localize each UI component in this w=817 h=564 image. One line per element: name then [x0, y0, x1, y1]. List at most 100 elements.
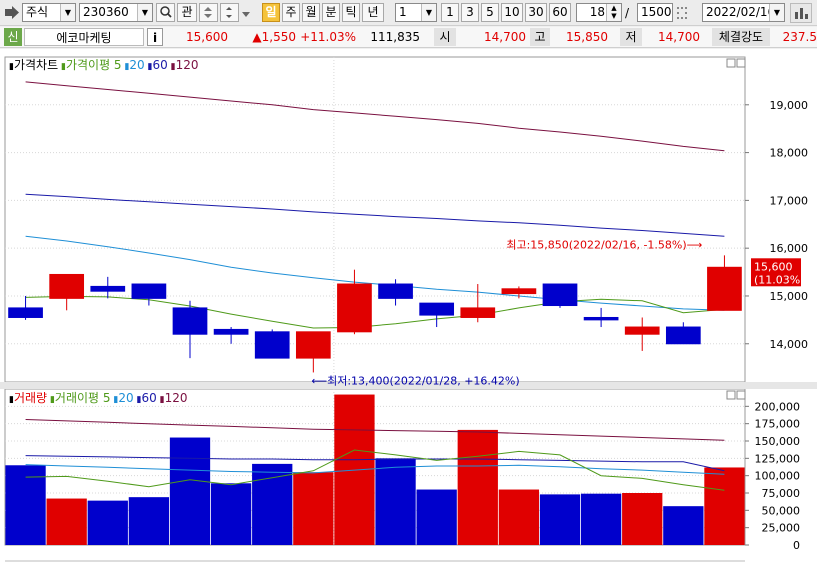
watchlist-button[interactable]: 관 [177, 3, 197, 22]
tab-week-label: 주 [285, 5, 297, 19]
volume-bar [663, 506, 704, 545]
volume-bar [498, 489, 540, 545]
price-tick-label: 16,000 [770, 242, 809, 255]
candle-body [295, 331, 331, 359]
interval-60-button[interactable]: 60 [549, 3, 571, 22]
volume-bar [46, 498, 87, 545]
candle-body [707, 266, 742, 311]
count-max-input[interactable]: 1500 [637, 3, 673, 22]
interval-label: 60 [552, 5, 568, 19]
tab-day-label: 일 [265, 5, 277, 19]
candle-body [131, 283, 167, 299]
volume-tick-label: 75,000 [762, 487, 801, 500]
volume-bar [128, 497, 170, 545]
new-listing-badge: 신 [4, 28, 22, 46]
stepper-icon [226, 7, 232, 18]
count-max-value: 1500 [641, 5, 672, 19]
chart-settings-button[interactable] [790, 3, 812, 23]
tab-month[interactable]: 월 [302, 3, 320, 22]
chevron-down-icon: ▼ [421, 4, 436, 21]
interval-label: 10 [504, 5, 520, 19]
price-change: ▲1,550 [252, 30, 296, 44]
tab-year[interactable]: 년 [362, 3, 384, 22]
volume-close-icon[interactable] [736, 390, 746, 400]
watchlist-label: 관 [181, 5, 193, 19]
candle-body [172, 307, 208, 335]
candle-body [583, 316, 619, 321]
search-button[interactable] [156, 3, 175, 22]
bar-chart-icon [795, 8, 808, 19]
chevron-down-icon: ▼ [137, 4, 152, 21]
volume-bar [457, 429, 498, 545]
count-input[interactable]: 18 ▲ ▼ [576, 3, 622, 22]
volume-bar [580, 493, 622, 545]
interval-30-button[interactable]: 30 [525, 3, 547, 22]
candle-body [419, 302, 455, 316]
candle-body [665, 326, 701, 345]
date-select-value: 2022/02/16 [706, 5, 776, 19]
up-down-icon [204, 7, 212, 18]
market-select[interactable]: 주식 ▼ [22, 3, 76, 22]
interval-label: 1 [446, 5, 454, 19]
tab-minute-label: 분 [325, 5, 337, 19]
strength-value: 237.5 [782, 30, 817, 44]
interval-1-button[interactable]: 1 [441, 3, 459, 22]
last-pct-label: (11.03%) [754, 273, 805, 286]
stepper-button[interactable] [220, 3, 239, 22]
volume-bar [416, 489, 457, 545]
volume-bar [87, 500, 128, 545]
price-minimize-icon[interactable] [726, 58, 736, 68]
volume-bar [539, 494, 581, 545]
volume-bar [293, 472, 334, 545]
high-annotation: 최고:15,850(2022/02/16, -1.58%)⟶ [506, 238, 702, 251]
interval-label: 30 [528, 5, 544, 19]
unit-select[interactable]: 1 ▼ [395, 3, 437, 22]
chart-area[interactable]: 19,000 18,000 17,000 16,000 15,000 14,000 200,… [0, 49, 817, 564]
tab-tick[interactable]: 틱 [342, 3, 360, 22]
candle-body [8, 307, 43, 318]
stock-chart[interactable]: 19,000 18,000 17,000 16,000 15,000 14,000 200,… [0, 49, 817, 564]
candle-body [501, 288, 537, 295]
price-close-icon[interactable] [736, 58, 746, 68]
market-select-value: 주식 [26, 5, 49, 19]
tab-day[interactable]: 일 [262, 3, 280, 22]
info-button[interactable]: i [147, 28, 163, 46]
candle-body [378, 283, 413, 299]
interval-3-button[interactable]: 3 [461, 3, 479, 22]
spinner-icon[interactable]: ▲ ▼ [606, 4, 621, 21]
link-arrow-icon[interactable] [4, 5, 20, 20]
count-value: 18 [589, 5, 605, 19]
high-label: 고 [530, 28, 550, 46]
grid-dots-icon[interactable] [675, 5, 691, 21]
search-icon [160, 6, 172, 18]
dropdown-small-icon[interactable] [241, 8, 251, 18]
low-label: 저 [620, 28, 642, 46]
tab-year-label: 년 [367, 5, 379, 19]
last-price-label: 15,600 [754, 260, 793, 273]
sort-button[interactable] [199, 3, 218, 22]
tab-minute[interactable]: 분 [322, 3, 340, 22]
candle-body [254, 331, 290, 359]
interval-label: 3 [466, 5, 474, 19]
unit-select-value: 1 [399, 5, 407, 19]
candle-body [90, 285, 126, 292]
volume-tick-label: 25,000 [762, 522, 801, 535]
candle-body [337, 283, 372, 333]
high-value: 15,850 [566, 30, 608, 44]
quote-bar: 신 에코마케팅 i 15,600 ▲1,550 +11.03% 111,835 … [0, 27, 817, 48]
volume-tick-label: 50,000 [762, 504, 801, 517]
open-value: 14,700 [484, 30, 526, 44]
count-separator: / [625, 6, 630, 20]
interval-5-button[interactable]: 5 [481, 3, 499, 22]
chevron-down-icon: ▼ [769, 4, 784, 21]
volume-tick-label: 100,000 [755, 470, 801, 483]
interval-10-button[interactable]: 10 [501, 3, 523, 22]
volume-bar [169, 437, 211, 545]
price-tick-label: 15,000 [770, 290, 809, 303]
low-value: 14,700 [658, 30, 700, 44]
volume-minimize-icon[interactable] [726, 390, 736, 400]
tab-week[interactable]: 주 [282, 3, 300, 22]
candle-body [460, 307, 496, 318]
date-select[interactable]: 2022/02/16 ▼ [702, 3, 785, 22]
stock-code-input[interactable]: 230360 ▼ [79, 3, 153, 22]
